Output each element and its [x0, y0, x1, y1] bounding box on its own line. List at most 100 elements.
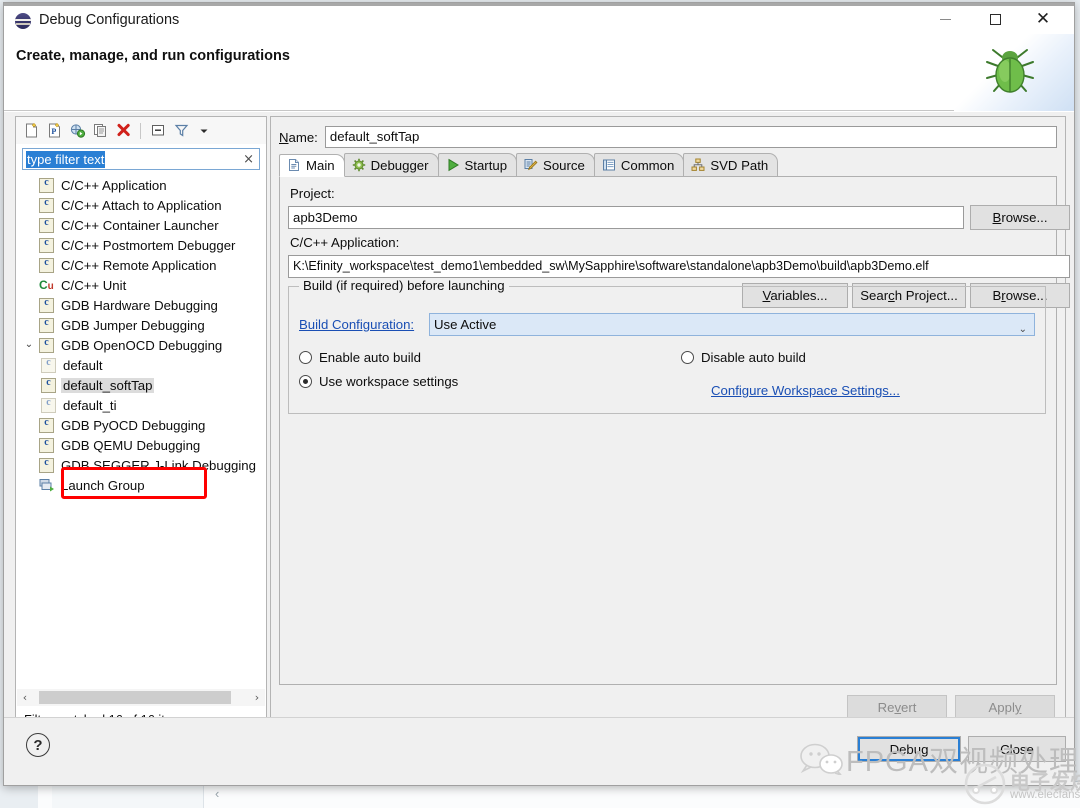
help-button[interactable]: ?: [26, 733, 50, 757]
collapse-all-icon[interactable]: [148, 121, 168, 141]
tree-item-c-c-attach-to-application[interactable]: C/C++ Attach to Application: [17, 195, 265, 215]
project-browse-button[interactable]: Browse...: [970, 205, 1070, 230]
configure-workspace-settings-link[interactable]: Configure Workspace Settings...: [711, 383, 900, 398]
play-green-icon: [446, 158, 461, 173]
debug-button[interactable]: Debug: [857, 736, 961, 762]
cunit-icon: Cu: [39, 277, 54, 292]
tab-startup[interactable]: Startup: [437, 153, 518, 176]
filter-input-value: type filter text: [26, 150, 106, 168]
radio-use-workspace-settings[interactable]: Use workspace settings: [299, 374, 458, 389]
dialog-header: Create, manage, and run configurations: [4, 34, 1074, 111]
radio-disable-auto-build[interactable]: Disable auto build: [681, 350, 806, 365]
radio-use-workspace-settings-indicator: [299, 375, 312, 388]
configurations-tree[interactable]: C/C++ Application C/C++ Attach to Applica…: [17, 175, 265, 686]
radio-enable-auto-build-indicator: [299, 351, 312, 364]
scroll-left-icon[interactable]: ‹: [17, 691, 33, 704]
tree-item-c-c-unit[interactable]: Cu C/C++ Unit: [17, 275, 265, 295]
tab-label: Main: [306, 158, 335, 173]
tree-item-gdb-pyocd-debugging[interactable]: GDB PyOCD Debugging: [17, 415, 265, 435]
c-config-icon: [39, 417, 54, 433]
scrollbar-thumb[interactable]: [39, 691, 231, 704]
configurations-tree-panel: P type filter text × c C/C++ Application…: [15, 116, 267, 731]
tab-main[interactable]: Main: [279, 154, 345, 177]
name-label: Name:: [279, 129, 318, 145]
revert-label: Revert: [877, 700, 917, 715]
scroll-right-icon[interactable]: ›: [249, 691, 265, 704]
tab-debugger[interactable]: Debugger: [343, 153, 439, 176]
tab-label: Startup: [464, 157, 508, 173]
tree-item-gdb-qemu-debugging[interactable]: GDB QEMU Debugging: [17, 435, 265, 455]
tree-item-default[interactable]: default: [17, 355, 265, 375]
c-config-icon: [41, 357, 56, 373]
new-prototype-icon[interactable]: P: [44, 121, 64, 141]
scrollbar-track[interactable]: [33, 691, 249, 704]
build-configuration-value: Use Active: [434, 317, 497, 332]
debugger-gear-icon: [352, 158, 367, 173]
tree-item-c-c-application[interactable]: C/C++ Application: [17, 175, 265, 195]
tree-item-label: GDB QEMU Debugging: [61, 437, 201, 453]
tree-item-default-ti[interactable]: default_ti: [17, 395, 265, 415]
name-input[interactable]: default_softTap: [324, 126, 1057, 148]
radio-enable-auto-build[interactable]: Enable auto build: [299, 350, 421, 365]
c-config-icon: [39, 197, 54, 213]
debug-configurations-dialog: Debug Configurations ✕ Create, manage, a…: [3, 2, 1075, 786]
maximize-button[interactable]: [972, 3, 1018, 35]
tree-item-label: GDB OpenOCD Debugging: [61, 337, 223, 353]
radio-disable-auto-build-label: Disable auto build: [701, 350, 806, 365]
c-config-icon: [39, 437, 54, 453]
application-label: C/C++ Application:: [290, 235, 400, 250]
tree-expander-icon[interactable]: ⌄: [23, 339, 35, 351]
header-graphic: [954, 34, 1074, 111]
radio-disable-auto-build-indicator: [681, 351, 694, 364]
clear-filter-icon[interactable]: ×: [243, 152, 254, 167]
close-button[interactable]: Close: [968, 736, 1066, 762]
tree-item-launch-group[interactable]: Launch Group: [17, 475, 265, 495]
tab-source[interactable]: Source: [516, 153, 595, 176]
build-group: Build (if required) before launching Bui…: [288, 278, 1046, 414]
close-window-button[interactable]: ✕: [1020, 3, 1066, 35]
build-configuration-link[interactable]: Build Configuration:: [299, 317, 414, 332]
tree-item-label: default: [63, 357, 103, 373]
tree-item-c-c-remote-application[interactable]: C/C++ Remote Application: [17, 255, 265, 275]
tree-item-gdb-hardware-debugging[interactable]: GDB Hardware Debugging: [17, 295, 265, 315]
c-config-icon: [39, 317, 54, 333]
filter-input[interactable]: type filter text ×: [22, 148, 260, 170]
page-title: Create, manage, and run configurations: [16, 48, 290, 64]
tree-item-label: GDB Jumper Debugging: [61, 317, 205, 333]
dialog-body: P type filter text × c C/C++ Application…: [4, 112, 1074, 785]
tree-item-gdb-jumper-debugging[interactable]: GDB Jumper Debugging: [17, 315, 265, 335]
chevron-down-icon[interactable]: ⌄: [1019, 319, 1027, 340]
tab-svd-path[interactable]: SVD Path: [683, 153, 779, 176]
c-config-icon: [39, 337, 54, 353]
document-icon: [287, 158, 302, 173]
eclipse-icon: [15, 12, 31, 29]
tab-common[interactable]: Common: [593, 153, 685, 176]
configuration-editor-panel: Name: default_softTap Main Debugger Startu…: [270, 116, 1070, 731]
build-group-title: Build (if required) before launching: [299, 278, 509, 293]
c-config-icon: [39, 217, 54, 233]
project-input[interactable]: apb3Demo: [288, 206, 964, 229]
application-input[interactable]: K:\Efinity_workspace\test_demo1\embedded…: [288, 255, 1070, 278]
delete-icon[interactable]: [113, 121, 133, 141]
tree-item-label: C/C++ Unit: [61, 277, 127, 293]
title-bar-top-edge: [4, 3, 1074, 6]
tree-item-label: C/C++ Remote Application: [61, 257, 217, 273]
view-menu-icon[interactable]: [194, 121, 214, 141]
filter-icon[interactable]: [171, 121, 191, 141]
tree-item-c-c-container-launcher[interactable]: C/C++ Container Launcher: [17, 215, 265, 235]
tree-item-gdb-openocd-debugging[interactable]: ⌄ GDB OpenOCD Debugging: [17, 335, 265, 355]
export-icon[interactable]: [67, 121, 87, 141]
tree-item-c-c-postmortem-debugger[interactable]: C/C++ Postmortem Debugger: [17, 235, 265, 255]
tree-item-label: GDB SEGGER J-Link Debugging: [61, 457, 256, 473]
tree-item-gdb-segger-j-link-debugging[interactable]: GDB SEGGER J-Link Debugging: [17, 455, 265, 475]
tree-horizontal-scrollbar[interactable]: ‹ ›: [17, 689, 265, 706]
build-configuration-combo[interactable]: Use Active ⌄: [429, 313, 1035, 336]
dialog-footer: ? Debug Close: [4, 717, 1074, 785]
tree-item-default-softtap[interactable]: default_softTap: [17, 375, 265, 395]
apply-label: Apply: [988, 700, 1022, 715]
new-launch-configuration-icon[interactable]: [21, 121, 41, 141]
c-config-icon: [39, 237, 54, 253]
minimize-button[interactable]: [922, 3, 968, 35]
duplicate-icon[interactable]: [90, 121, 110, 141]
c-config-icon: [39, 297, 54, 313]
